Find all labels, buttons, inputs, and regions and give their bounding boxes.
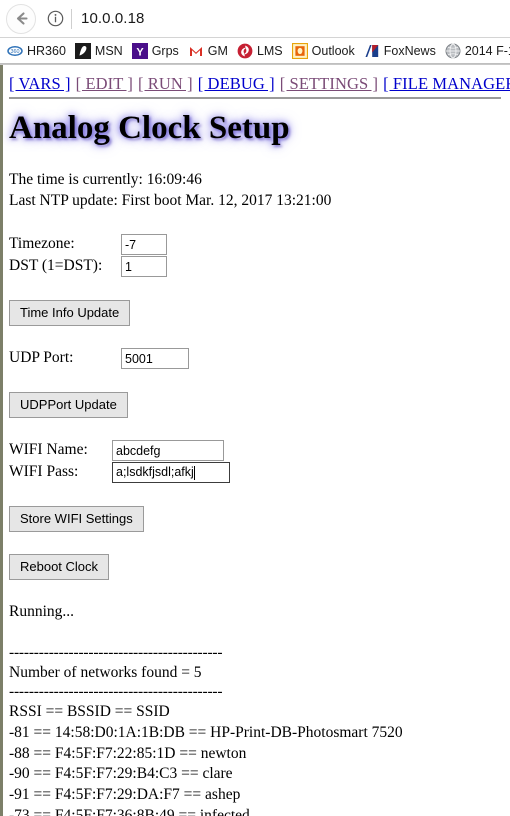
- wifi-pass-value: a;lsdkfjsdl;afkj: [116, 465, 194, 480]
- wifi-name-input[interactable]: [112, 440, 224, 462]
- bookmark-2014-f150[interactable]: 2014 F-150: [445, 43, 510, 59]
- info-circle-icon[interactable]: [42, 6, 68, 32]
- network-row: -91 == F4:5F:F7:29:DA:F7 == ashep: [9, 786, 241, 804]
- dst-input[interactable]: [121, 256, 167, 278]
- text-caret: [193, 465, 195, 480]
- page-left-edge-strip: [0, 65, 3, 816]
- udp-port-label: UDP Port:: [9, 349, 74, 367]
- bookmark-grps[interactable]: Y Grps: [131, 42, 179, 59]
- nav-link-debug[interactable]: [ DEBUG ]: [198, 74, 275, 93]
- outlook-favicon: [291, 42, 308, 59]
- timezone-row: Timezone:: [9, 234, 167, 256]
- time-form: Timezone: DST (1=DST):: [9, 234, 167, 278]
- bookmark-label: MSN: [94, 43, 123, 58]
- bookmark-gm[interactable]: GM: [187, 42, 228, 59]
- foxnews-favicon: [363, 42, 380, 59]
- page-viewport: [ VARS ] [ EDIT ] [ RUN ] [ DEBUG ] [ SETTIN…: [0, 65, 510, 816]
- bookmark-label: LMS: [256, 43, 283, 58]
- status-text: Running...: [9, 602, 75, 620]
- page-title: Analog Clock Setup: [9, 110, 290, 147]
- current-time-text: The time is currently: 16:09:46: [9, 171, 202, 189]
- browser-chrome: 10.0.0.18 360 HR360 MSN Y Grps GM LMS Ou…: [0, 0, 510, 65]
- store-wifi-settings-button[interactable]: Store WIFI Settings: [9, 505, 144, 532]
- bookmarks-bar: 360 HR360 MSN Y Grps GM LMS Outlook FoxN…: [0, 38, 510, 64]
- last-ntp-update-text: Last NTP update: First boot Mar. 12, 201…: [9, 192, 332, 210]
- wifi-form: WIFI Name: WIFI Pass: a;lsdkfjsdl;afkj: [9, 440, 230, 484]
- network-row: -81 == 14:58:D0:1A:1B:DB == HP-Print-DB-…: [9, 723, 403, 741]
- gmail-favicon: [187, 42, 204, 59]
- udp-port-row: UDP Port:: [9, 348, 510, 370]
- bookmark-label: 2014 F-150: [464, 43, 510, 58]
- nav-links: [ VARS ] [ EDIT ] [ RUN ] [ DEBUG ] [ SETTIN…: [9, 74, 510, 93]
- wifi-pass-label: WIFI Pass:: [9, 463, 79, 481]
- yahoo-groups-favicon: Y: [131, 42, 148, 59]
- udp-port-input[interactable]: [121, 348, 189, 370]
- dst-label: DST (1=DST):: [9, 257, 103, 275]
- udp-port-update-button[interactable]: UDPPort Update: [9, 391, 128, 418]
- wifi-name-label: WIFI Name:: [9, 441, 88, 459]
- svg-text:360: 360: [11, 49, 20, 55]
- back-button[interactable]: [6, 3, 36, 34]
- bookmark-label: Grps: [151, 43, 179, 58]
- page-body: [ VARS ] [ EDIT ] [ RUN ] [ DEBUG ] [ SETTIN…: [0, 65, 510, 816]
- bookmark-foxnews[interactable]: FoxNews: [363, 42, 436, 59]
- address-bar-url[interactable]: 10.0.0.18: [81, 10, 144, 27]
- bookmark-msn[interactable]: MSN: [74, 42, 123, 59]
- network-row: -90 == F4:5F:F7:29:B4:C3 == clare: [9, 765, 233, 783]
- bookmark-hr360[interactable]: 360 HR360: [7, 42, 66, 59]
- bookmark-label: FoxNews: [383, 43, 436, 58]
- bookmark-outlook[interactable]: Outlook: [291, 42, 355, 59]
- nav-link-file-manager[interactable]: [ FILE MANAGER ]: [383, 74, 510, 93]
- back-arrow-icon: [13, 10, 30, 27]
- wifi-pass-input[interactable]: a;lsdkfjsdl;afkj: [112, 462, 230, 484]
- msn-favicon: [74, 42, 91, 59]
- globe-favicon: [445, 43, 461, 59]
- networks-found-text: Number of networks found = 5: [9, 663, 202, 681]
- nav-link-settings[interactable]: [ SETTINGS ]: [280, 74, 378, 93]
- browser-toolbar: 10.0.0.18: [0, 0, 510, 38]
- dst-row: DST (1=DST):: [9, 256, 167, 278]
- scan-separator-top: ----------------------------------------…: [9, 644, 223, 662]
- hr360-favicon: 360: [7, 42, 23, 59]
- bookmark-label: GM: [207, 43, 228, 58]
- bookmark-label: Outlook: [311, 43, 355, 58]
- bookmark-lms[interactable]: LMS: [237, 43, 283, 59]
- timezone-input[interactable]: [121, 234, 167, 256]
- bookmark-label: HR360: [27, 43, 66, 58]
- nav-link-edit[interactable]: [ EDIT ]: [76, 74, 133, 93]
- scan-separator-bottom: ----------------------------------------…: [9, 683, 223, 701]
- network-row: -88 == F4:5F:F7:22:85:1D == newton: [9, 744, 247, 762]
- network-table-header: RSSI == BSSID == SSID: [9, 702, 170, 720]
- wifi-name-row: WIFI Name:: [9, 440, 230, 462]
- horizontal-rule: [9, 97, 501, 100]
- lms-favicon: [237, 43, 253, 59]
- timezone-label: Timezone:: [9, 235, 75, 253]
- url-divider: [71, 8, 72, 29]
- svg-text:Y: Y: [136, 46, 144, 58]
- network-row: -73 == F4:5F:F7:36:8B:49 == infected: [9, 807, 250, 816]
- reboot-clock-button[interactable]: Reboot Clock: [9, 553, 110, 580]
- nav-link-run[interactable]: [ RUN ]: [138, 74, 193, 93]
- time-info-update-button[interactable]: Time Info Update: [9, 299, 131, 326]
- nav-link-vars[interactable]: [ VARS ]: [9, 74, 71, 93]
- wifi-pass-row: WIFI Pass: a;lsdkfjsdl;afkj: [9, 462, 230, 484]
